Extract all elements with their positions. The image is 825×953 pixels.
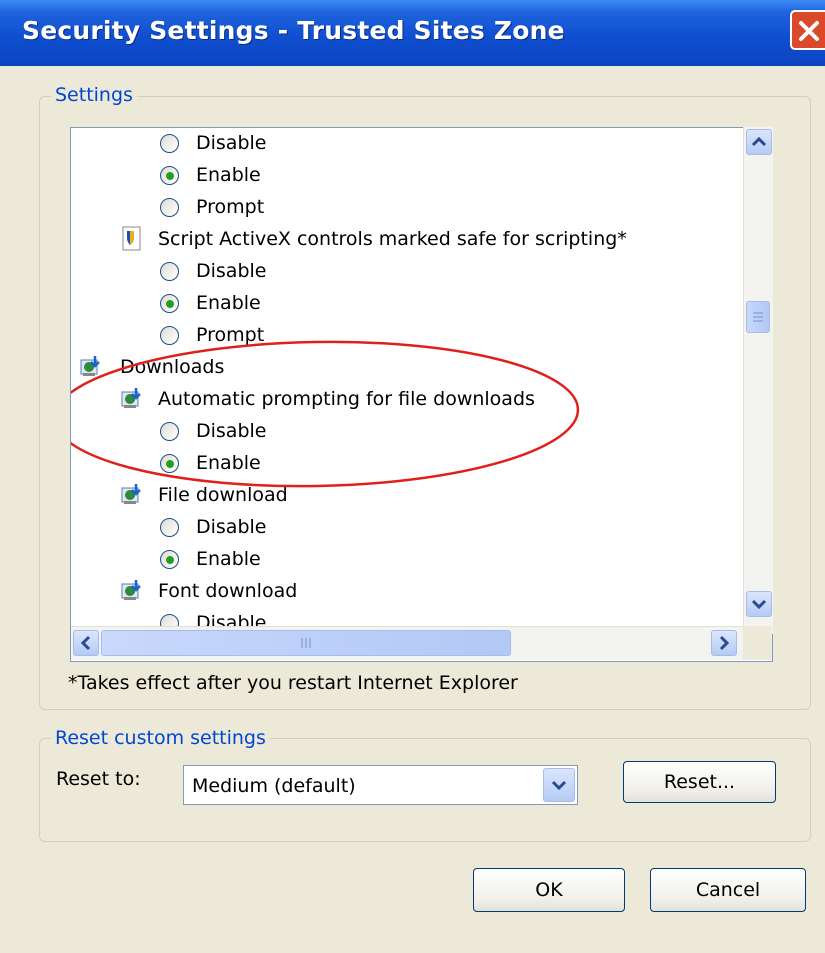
reset-button-label: Reset...: [663, 771, 736, 793]
close-icon: [799, 21, 819, 41]
dropdown-button[interactable]: [543, 768, 575, 802]
window-title: Security Settings - Trusted Sites Zone: [22, 16, 565, 45]
highlight-ellipse: [71, 340, 580, 488]
scrollbar-corner: [743, 626, 772, 660]
ok-button-label: OK: [535, 879, 563, 901]
chevron-right-icon: [719, 635, 730, 651]
reset-to-label: Reset to:: [56, 768, 141, 790]
scroll-up-button[interactable]: [746, 129, 772, 155]
scroll-down-button[interactable]: [746, 591, 772, 617]
chevron-up-icon: [751, 136, 767, 147]
chevron-left-icon: [80, 635, 91, 651]
grip-icon: [753, 312, 763, 322]
reset-to-value: Medium (default): [192, 775, 356, 797]
cancel-button-label: Cancel: [695, 879, 761, 901]
chevron-down-icon: [751, 599, 767, 610]
settings-list[interactable]: Disable Enable Prompt Script ActiveX contro…: [70, 127, 773, 662]
reset-to-select[interactable]: Medium (default): [183, 765, 578, 805]
cancel-button[interactable]: Cancel: [650, 868, 806, 912]
title-bar: Security Settings - Trusted Sites Zone: [0, 0, 825, 66]
scroll-thumb[interactable]: [746, 301, 770, 333]
restart-note: *Takes effect after you restart Internet…: [68, 672, 518, 694]
ok-button[interactable]: OK: [473, 868, 625, 912]
vertical-scrollbar[interactable]: [743, 127, 773, 634]
horizontal-scrollbar[interactable]: [71, 626, 743, 660]
settings-group-legend: Settings: [51, 84, 137, 106]
reset-group-legend: Reset custom settings: [51, 727, 270, 749]
horizontal-scroll-thumb[interactable]: [101, 630, 511, 656]
scroll-left-button[interactable]: [73, 630, 99, 656]
chevron-down-icon: [551, 780, 567, 791]
grip-icon: [301, 638, 311, 648]
reset-button[interactable]: Reset...: [623, 761, 776, 803]
close-button[interactable]: [790, 10, 825, 50]
scroll-right-button[interactable]: [711, 630, 737, 656]
